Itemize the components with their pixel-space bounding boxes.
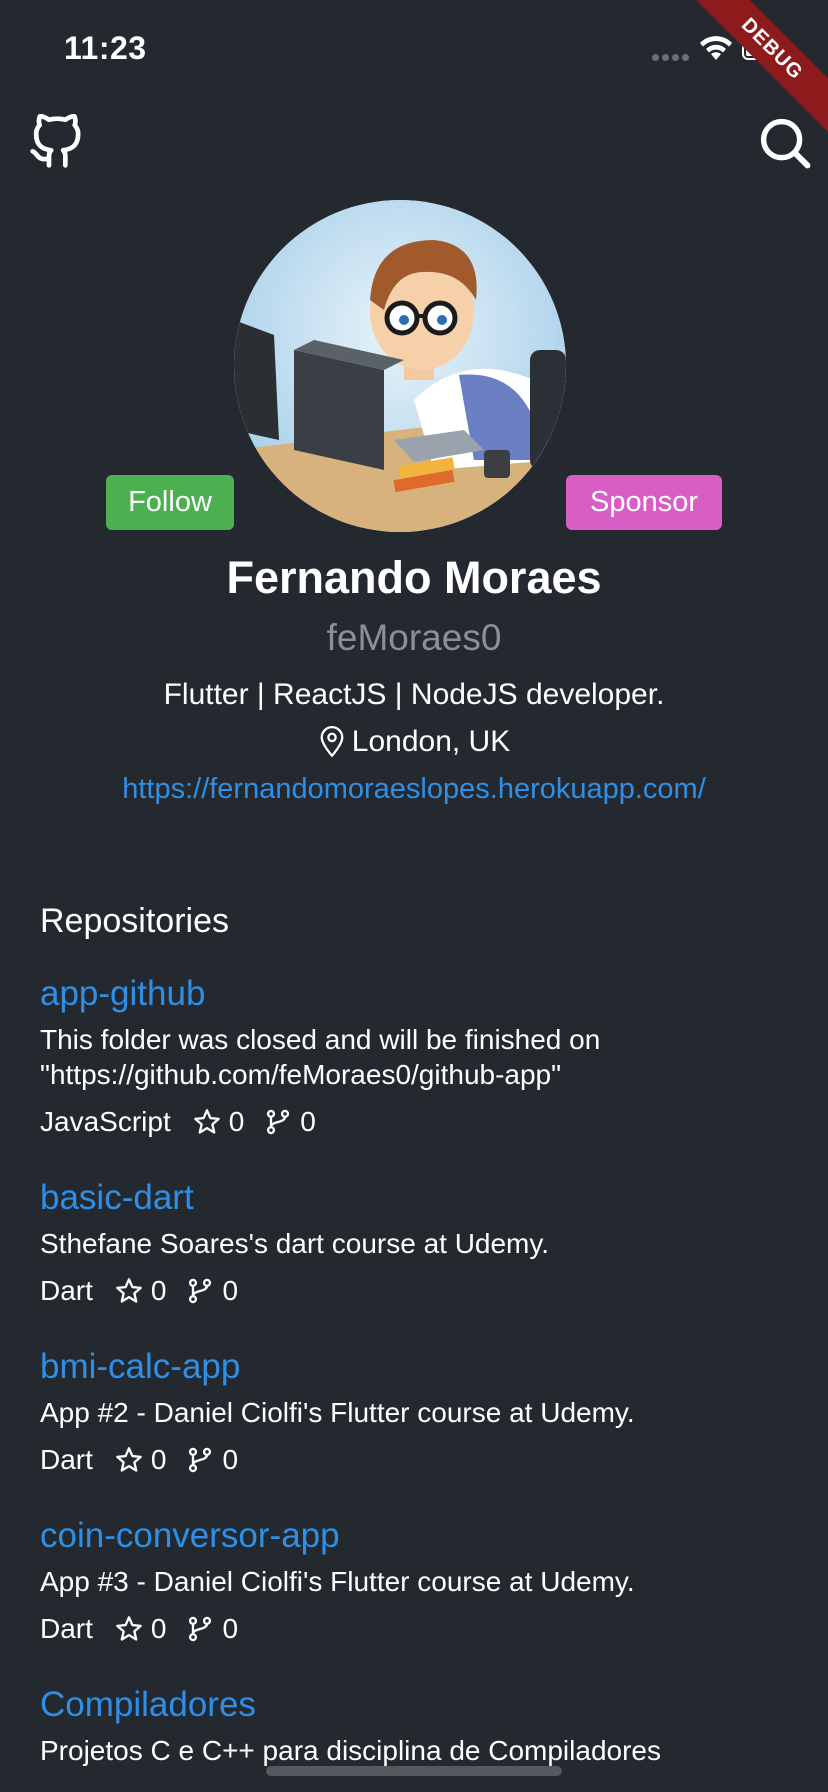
repository-item: Compiladores Projetos C e C++ para disci…	[40, 1681, 800, 1768]
app-screen: 11:23 DEBUG Follow Sponsor Fernando Mora…	[0, 0, 828, 1792]
fork-icon	[189, 1616, 212, 1642]
repository-item: basic-dart Sthefane Soares's dart course…	[40, 1174, 800, 1309]
repository-list: app-github This folder was closed and wi…	[40, 970, 800, 1792]
repository-item: bmi-calc-app App #2 - Daniel Ciolfi's Fl…	[40, 1343, 800, 1478]
sponsor-button[interactable]: Sponsor	[566, 475, 722, 530]
home-indicator[interactable]	[266, 1766, 562, 1776]
profile-avatar	[234, 200, 566, 532]
repository-description: App #3 - Daniel Ciolfi's Flutter course …	[40, 1566, 635, 1597]
repositories-heading: Repositories	[40, 902, 229, 940]
repository-forks: 0	[222, 1613, 239, 1644]
repository-forks: 0	[300, 1106, 316, 1137]
repository-name-link[interactable]: coin-conversor-app	[40, 1512, 800, 1560]
fork-icon	[189, 1278, 212, 1304]
star-icon	[116, 1278, 142, 1303]
repository-language: Dart	[40, 1275, 93, 1306]
profile-name: Fernando Moraes	[226, 552, 602, 603]
star-icon	[116, 1447, 142, 1472]
repository-stars: 0	[228, 1106, 245, 1137]
profile-bio: Flutter | ReactJS | NodeJS developer.	[163, 678, 665, 711]
location-pin-icon	[320, 726, 344, 758]
star-icon	[193, 1109, 220, 1134]
repository-forks: 0	[222, 1275, 239, 1306]
repository-description: Sthefane Soares's dart course at Udemy.	[40, 1228, 550, 1259]
fork-icon	[189, 1447, 212, 1473]
repository-name-link[interactable]: basic-dart	[40, 1174, 800, 1222]
search-icon[interactable]	[758, 116, 812, 170]
repository-name-link[interactable]: bmi-calc-app	[40, 1343, 800, 1391]
status-bar: 11:23	[0, 0, 828, 100]
profile-location: London, UK	[0, 725, 828, 759]
fork-icon	[267, 1109, 290, 1135]
repository-forks: 0	[222, 1444, 239, 1475]
repository-item: app-github This folder was closed and wi…	[40, 970, 800, 1140]
repository-meta: Dart 0 0	[40, 1442, 800, 1478]
star-icon	[116, 1616, 142, 1641]
repository-language: JavaScript	[40, 1106, 171, 1137]
repository-meta: Dart 0 0	[40, 1611, 800, 1647]
repository-stars: 0	[150, 1613, 167, 1644]
profile-website-link[interactable]: https://fernandomoraeslopes.herokuapp.co…	[0, 773, 828, 806]
repository-name-link[interactable]: app-github	[40, 970, 800, 1018]
cellular-signal-icon	[652, 54, 689, 61]
repository-item: coin-conversor-app App #3 - Daniel Ciolf…	[40, 1512, 800, 1647]
repository-description: App #2 - Daniel Ciolfi's Flutter course …	[40, 1397, 635, 1428]
github-octocat-icon[interactable]	[28, 114, 84, 170]
repository-name-link[interactable]: Compiladores	[40, 1681, 800, 1729]
repository-meta: Dart 0 0	[40, 1273, 800, 1309]
repository-language: Dart	[40, 1444, 93, 1475]
profile-username: feMoraes0	[326, 617, 502, 658]
wifi-icon	[700, 36, 732, 60]
repository-description: This folder was closed and will be finis…	[40, 1024, 601, 1090]
repository-stars: 0	[150, 1275, 167, 1306]
repository-meta: JavaScript 0 0	[40, 1104, 800, 1140]
repository-description: Projetos C e C++ para disciplina de Comp…	[40, 1735, 661, 1766]
location-text: London, UK	[351, 725, 511, 758]
repository-stars: 0	[150, 1444, 167, 1475]
status-time: 11:23	[64, 30, 147, 66]
repository-language: Dart	[40, 1613, 93, 1644]
follow-button[interactable]: Follow	[106, 475, 234, 530]
avatar-illustration	[234, 200, 566, 532]
